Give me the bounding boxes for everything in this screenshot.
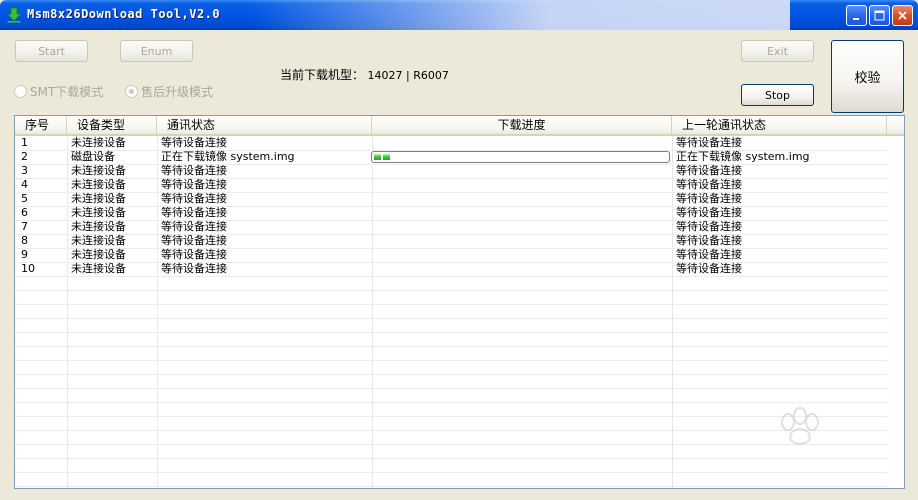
progress-block [374,154,381,160]
row-index: 9 [21,248,28,261]
table-row[interactable]: 1 未连接设备 等待设备连接 等待设备连接 [15,136,887,150]
download-progress-bar [371,151,670,163]
exit-button[interactable]: Exit [741,40,814,62]
row-last-status: 等待设备连接 [676,206,742,219]
aftersale-mode-radio[interactable]: 售后升级模式 [125,83,213,99]
progress-block [383,154,390,160]
row-comm-status: 等待设备连接 [161,192,227,205]
row-index: 1 [21,136,28,149]
stop-button[interactable]: Stop [741,84,814,106]
row-divider [15,318,887,319]
row-comm-status: 等待设备连接 [161,262,227,275]
row-last-status: 等待设备连接 [676,234,742,247]
table-row[interactable]: 8 未连接设备 等待设备连接 等待设备连接 [15,234,887,248]
radio-dot [14,84,27,98]
row-device-type: 未连接设备 [71,136,126,149]
window-title: Msm8x26Download Tool,V2.0 [27,7,221,21]
baidu-jingyan-watermark [781,407,819,446]
maximize-button[interactable] [869,5,890,26]
row-divider [15,360,887,361]
table-row[interactable]: 2 磁盘设备 正在下载镜像 system.img 正在下载镜像 system.img [15,150,887,164]
start-button[interactable]: Start [15,40,88,62]
column-header-device-type[interactable]: 设备类型 [67,116,157,134]
row-divider [15,304,887,305]
title-bar-fade [250,0,790,30]
row-device-type: 未连接设备 [71,234,126,247]
title-bar[interactable]: Msm8x26Download Tool,V2.0 [0,0,918,30]
row-divider [15,276,887,277]
row-divider [15,486,887,487]
row-last-status: 等待设备连接 [676,178,742,191]
row-device-type: 未连接设备 [71,262,126,275]
row-index: 7 [21,220,28,233]
table-row[interactable]: 10 未连接设备 等待设备连接 等待设备连接 [15,262,887,276]
table-row[interactable]: 6 未连接设备 等待设备连接 等待设备连接 [15,206,887,220]
minimize-button[interactable] [846,5,867,26]
row-divider [15,332,887,333]
current-model-label: 当前下载机型： [280,68,365,82]
current-model: 当前下载机型： 14027 | R6007 [280,66,449,83]
row-divider [15,290,887,291]
progress-fill [374,154,390,160]
row-divider [15,388,887,389]
download-arrow-icon [6,7,22,23]
row-divider [15,374,887,375]
close-button[interactable] [892,5,913,26]
row-index: 3 [21,164,28,177]
row-comm-status: 等待设备连接 [161,220,227,233]
row-index: 6 [21,206,28,219]
row-comm-status: 正在下载镜像 system.img [161,150,295,163]
row-index: 10 [21,262,35,275]
list-header: 序号 设备类型 通讯状态 下载进度 上一轮通讯状态 [15,116,904,136]
row-device-type: 未连接设备 [71,192,126,205]
table-row[interactable]: 4 未连接设备 等待设备连接 等待设备连接 [15,178,887,192]
row-index: 4 [21,178,28,191]
row-divider [15,346,887,347]
row-last-status: 等待设备连接 [676,136,742,149]
row-comm-status: 等待设备连接 [161,248,227,261]
table-row[interactable]: 9 未连接设备 等待设备连接 等待设备连接 [15,248,887,262]
row-comm-status: 等待设备连接 [161,234,227,247]
row-comm-status: 等待设备连接 [161,178,227,191]
table-row[interactable]: 7 未连接设备 等待设备连接 等待设备连接 [15,220,887,234]
column-header-last-status[interactable]: 上一轮通讯状态 [672,116,887,134]
row-comm-status: 等待设备连接 [161,206,227,219]
row-last-status: 等待设备连接 [676,164,742,177]
column-header-index[interactable]: 序号 [15,116,67,134]
smt-mode-label: SMT下载模式 [30,84,104,99]
table-row[interactable]: 3 未连接设备 等待设备连接 等待设备连接 [15,164,887,178]
column-header-progress[interactable]: 下载进度 [372,116,672,134]
verify-button[interactable]: 校验 [831,40,904,113]
row-device-type: 未连接设备 [71,220,126,233]
row-last-status: 等待设备连接 [676,248,742,261]
row-last-status: 等待设备连接 [676,192,742,205]
row-comm-status: 等待设备连接 [161,136,227,149]
row-device-type: 未连接设备 [71,178,126,191]
row-index: 5 [21,192,28,205]
row-device-type: 未连接设备 [71,248,126,261]
maximize-icon [874,10,885,21]
current-model-value: 14027 | R6007 [367,69,449,82]
row-device-type: 未连接设备 [71,206,126,219]
row-last-status: 等待设备连接 [676,220,742,233]
close-icon [898,11,907,20]
row-last-status: 正在下载镜像 system.img [676,150,810,163]
table-row[interactable]: 5 未连接设备 等待设备连接 等待设备连接 [15,192,887,206]
column-header-comm-status[interactable]: 通讯状态 [157,116,372,134]
row-index: 2 [21,150,28,163]
radio-dot-checked [125,84,138,98]
enum-button[interactable]: Enum [120,40,193,62]
minimize-icon [853,18,859,20]
row-device-type: 磁盘设备 [71,150,115,163]
row-comm-status: 等待设备连接 [161,164,227,177]
row-index: 8 [21,234,28,247]
row-last-status: 等待设备连接 [676,262,742,275]
row-device-type: 未连接设备 [71,164,126,177]
aftersale-mode-label: 售后升级模式 [141,84,214,99]
smt-mode-radio[interactable]: SMT下载模式 [14,83,103,99]
